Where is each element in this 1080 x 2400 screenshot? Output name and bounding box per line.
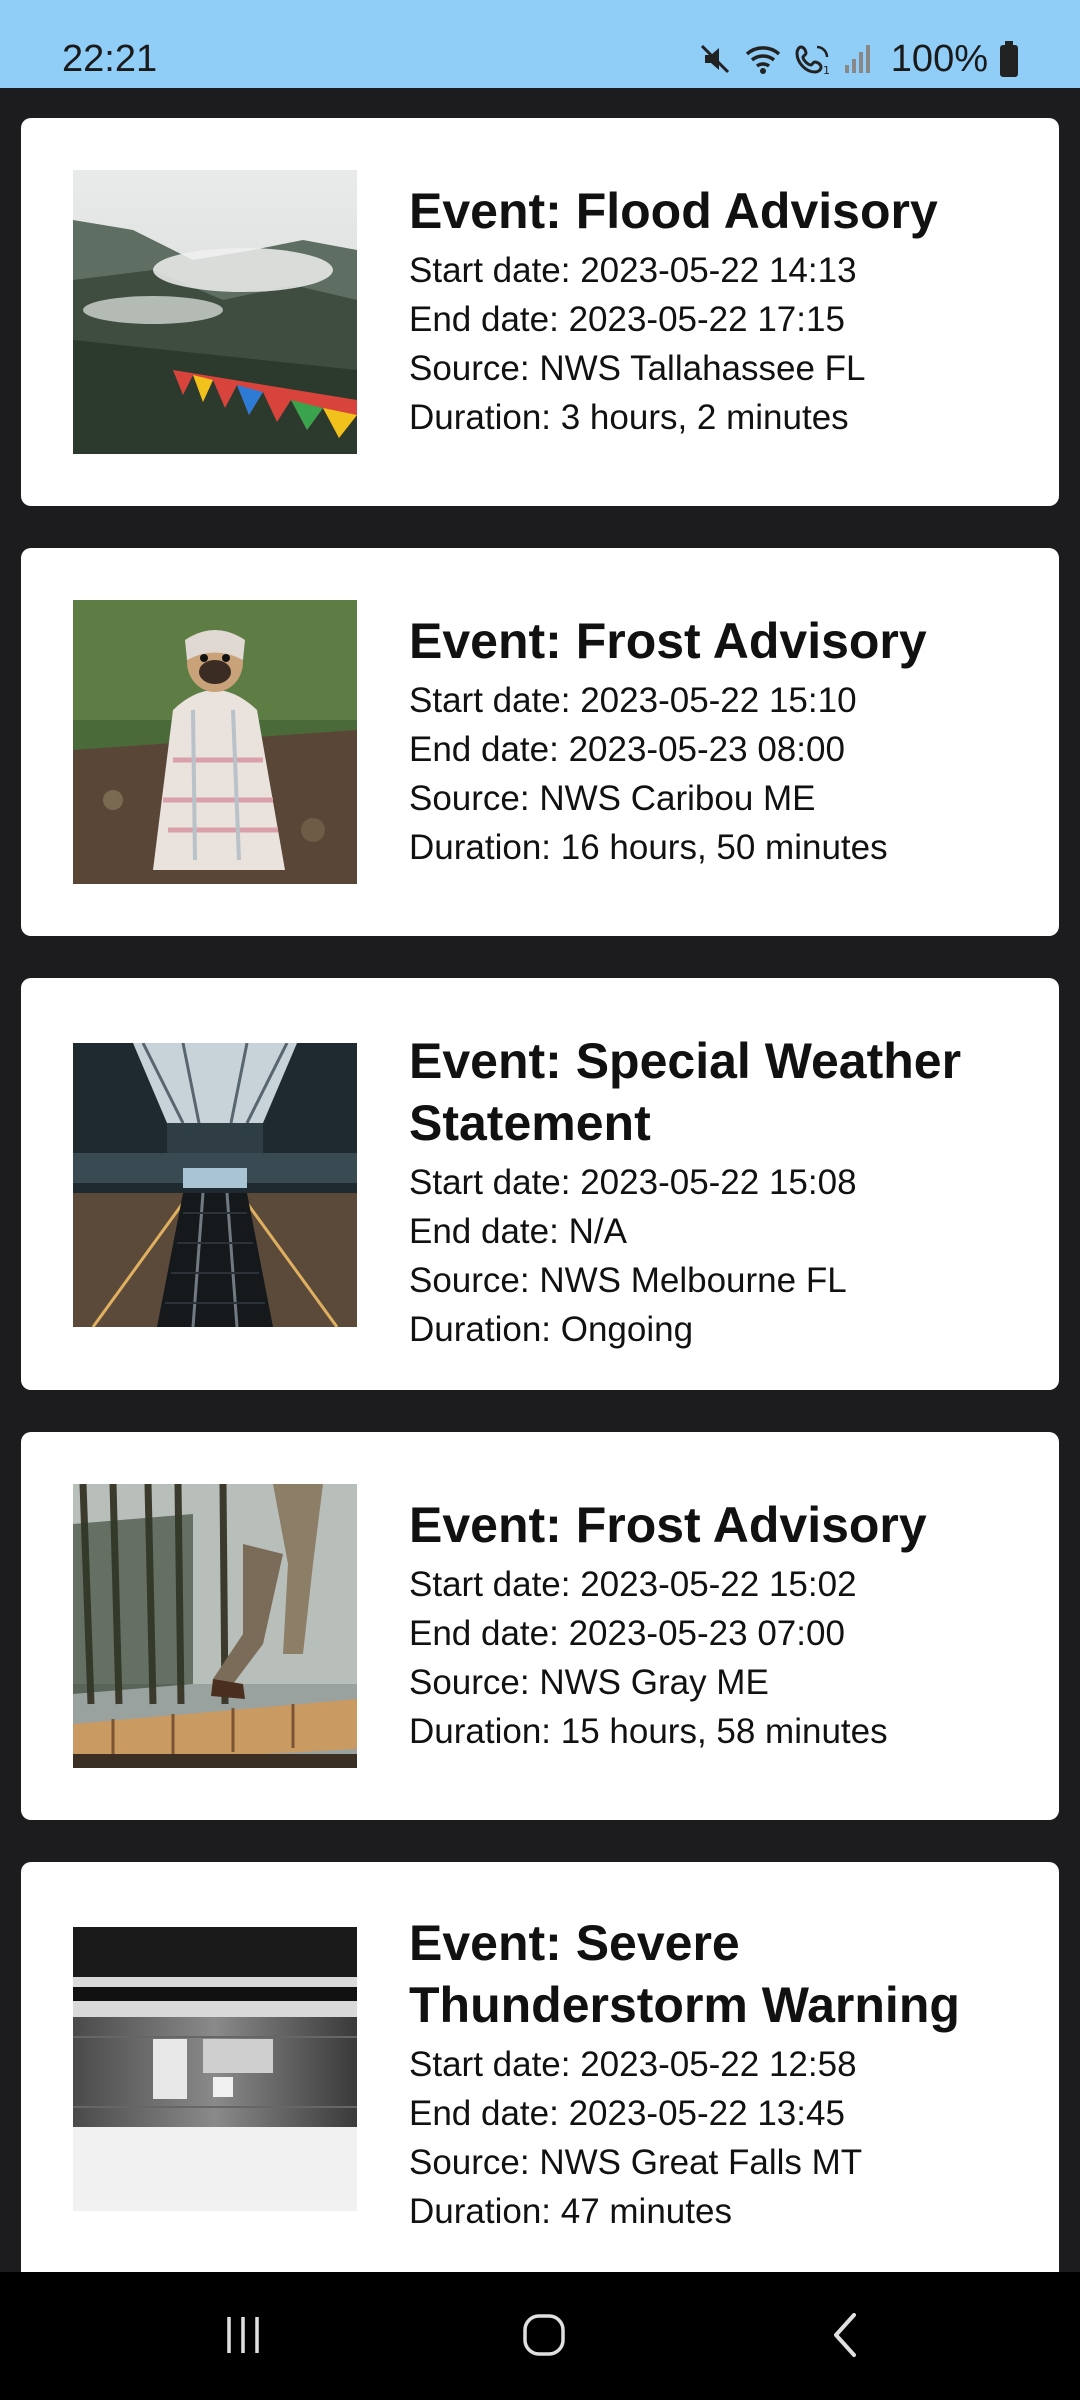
event-title: Event: Frost Advisory — [409, 613, 927, 669]
event-details: Event: Frost Advisory Start date: 2023-0… — [409, 610, 1029, 872]
event-source: Source: NWS Tallahassee FL — [409, 349, 866, 388]
event-card[interactable]: Event: Flood Advisory Start date: 2023-0… — [21, 118, 1059, 506]
event-title: Event: Special Weather Statement — [409, 1033, 962, 1151]
event-start-date: Start date: 2023-05-22 15:10 — [409, 681, 857, 720]
event-title: Event: Flood Advisory — [409, 183, 938, 239]
navigation-bar — [0, 2272, 1080, 2400]
event-card[interactable]: Event: Special Weather Statement Start d… — [21, 978, 1059, 1390]
event-list[interactable]: Event: Flood Advisory Start date: 2023-0… — [0, 88, 1080, 2272]
mute-icon — [697, 41, 733, 77]
event-title: Event: Frost Advisory — [409, 1497, 927, 1553]
event-start-date: Start date: 2023-05-22 15:02 — [409, 1565, 857, 1604]
event-details: Event: Special Weather Statement Start d… — [409, 1030, 1029, 1354]
event-start-date: Start date: 2023-05-22 14:13 — [409, 251, 857, 290]
event-image — [73, 600, 357, 884]
event-duration: Duration: Ongoing — [409, 1310, 694, 1349]
event-details: Event: Severe Thunderstorm Warning Start… — [409, 1912, 1029, 2236]
signal-icon — [843, 41, 873, 77]
event-image — [73, 1927, 357, 2211]
event-source: Source: NWS Caribou ME — [409, 779, 816, 818]
event-title: Event: Severe Thunderstorm Warning — [409, 1915, 960, 2033]
status-time: 22:21 — [62, 38, 158, 80]
svg-text:1: 1 — [823, 64, 830, 77]
event-duration: Duration: 16 hours, 50 minutes — [409, 828, 888, 867]
home-button[interactable] — [504, 2302, 584, 2372]
battery-percent: 100% — [890, 38, 988, 80]
event-card[interactable]: Event: Frost Advisory Start date: 2023-0… — [21, 548, 1059, 936]
event-end-date: End date: 2023-05-22 13:45 — [409, 2094, 845, 2133]
event-image — [73, 170, 357, 454]
back-icon — [826, 2311, 866, 2364]
status-bar: 22:21 1 100% — [0, 0, 1080, 88]
event-end-date: End date: 2023-05-23 07:00 — [409, 1614, 845, 1653]
recents-icon — [221, 2313, 265, 2362]
wifi-icon — [743, 41, 783, 77]
event-source: Source: NWS Great Falls MT — [409, 2143, 863, 2182]
event-card[interactable]: Event: Frost Advisory Start date: 2023-0… — [21, 1432, 1059, 1820]
event-image — [73, 1043, 357, 1327]
recents-button[interactable] — [203, 2302, 283, 2372]
event-start-date: Start date: 2023-05-22 12:58 — [409, 2045, 857, 2084]
event-end-date: End date: 2023-05-22 17:15 — [409, 300, 845, 339]
event-source: Source: NWS Gray ME — [409, 1663, 769, 1702]
wifi-call-icon: 1 — [793, 41, 833, 77]
event-source: Source: NWS Melbourne FL — [409, 1261, 847, 1300]
event-end-date: End date: N/A — [409, 1212, 627, 1251]
event-details: Event: Flood Advisory Start date: 2023-0… — [409, 180, 1029, 442]
event-duration: Duration: 47 minutes — [409, 2192, 732, 2231]
home-icon — [520, 2311, 568, 2364]
event-start-date: Start date: 2023-05-22 15:08 — [409, 1163, 857, 1202]
battery-icon — [998, 40, 1020, 78]
event-card[interactable]: Event: Severe Thunderstorm Warning Start… — [21, 1862, 1059, 2272]
event-end-date: End date: 2023-05-23 08:00 — [409, 730, 845, 769]
event-details: Event: Frost Advisory Start date: 2023-0… — [409, 1494, 1029, 1756]
event-duration: Duration: 3 hours, 2 minutes — [409, 398, 849, 437]
back-button[interactable] — [806, 2302, 886, 2372]
event-image — [73, 1484, 357, 1768]
status-icons: 1 100% — [697, 36, 1020, 82]
event-duration: Duration: 15 hours, 58 minutes — [409, 1712, 888, 1751]
